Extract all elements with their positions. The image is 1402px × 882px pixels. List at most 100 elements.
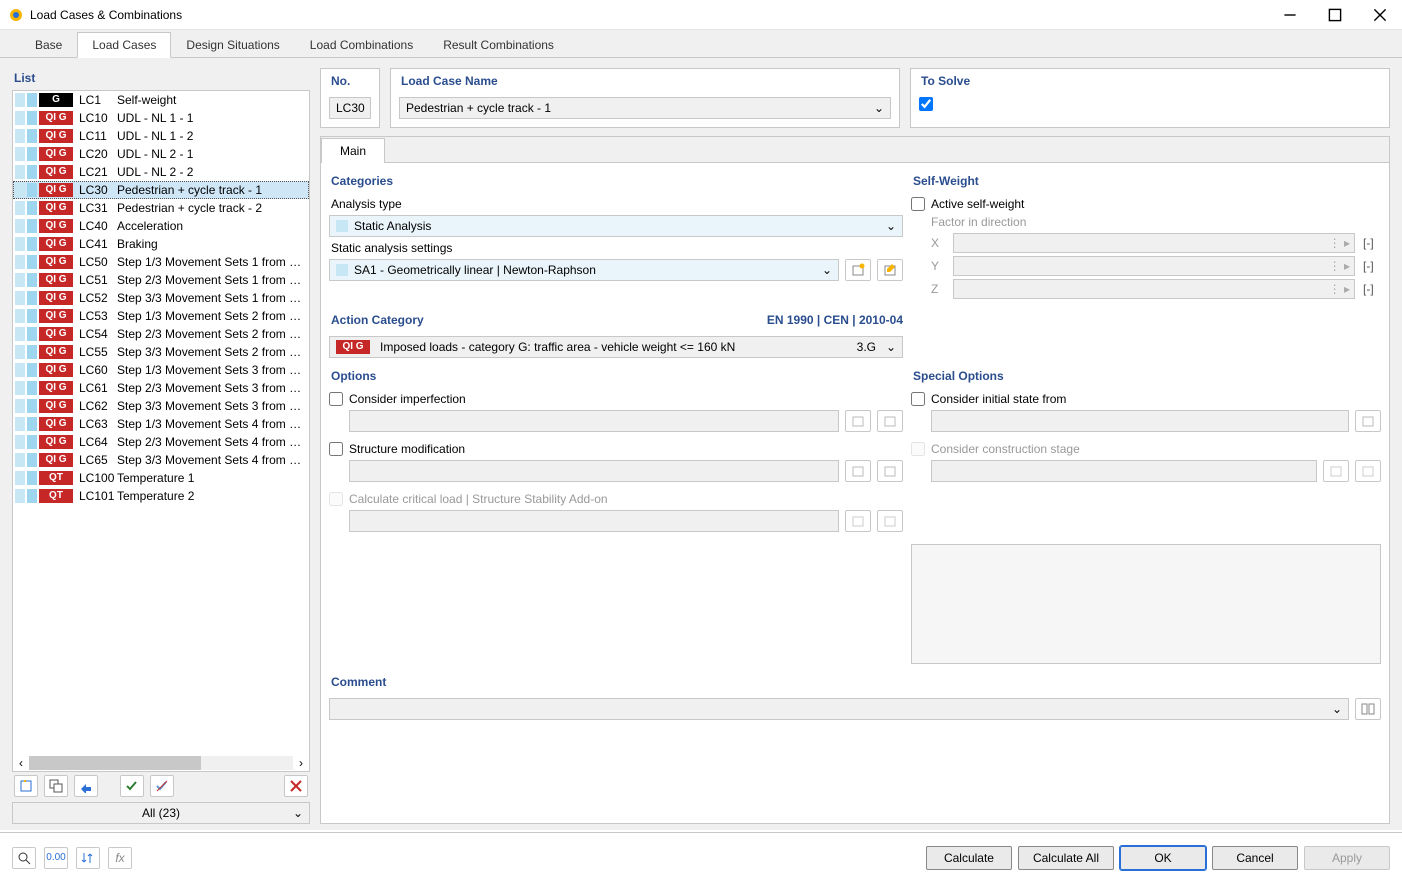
comment-library-button[interactable] (1355, 698, 1381, 720)
comment-dropdown[interactable]: ⌄ (329, 698, 1349, 720)
filter-dropdown[interactable]: All (23) ⌄ (12, 802, 310, 824)
new-imperfection-button[interactable] (845, 410, 871, 432)
tag-chip: QI G (39, 327, 73, 341)
list-item[interactable]: QI GLC21UDL - NL 2 - 2 (13, 163, 309, 181)
filter-value: All (23) (142, 806, 180, 820)
load-case-desc: UDL - NL 1 - 1 (117, 111, 309, 125)
deselect-button[interactable] (150, 775, 174, 797)
include-button[interactable] (74, 775, 98, 797)
list-item[interactable]: QTLC101Temperature 2 (13, 487, 309, 505)
factor-unit: [-] (1363, 259, 1381, 273)
list-item[interactable]: QI GLC53Step 1/3 Movement Sets 2 from RF… (13, 307, 309, 325)
load-case-list[interactable]: GLC1Self-weightQI GLC10UDL - NL 1 - 1QI … (12, 90, 310, 772)
tag-chip: G (39, 93, 73, 107)
detail-subtabs: Main (321, 137, 1389, 163)
list-item[interactable]: QI GLC51Step 2/3 Movement Sets 1 from RF… (13, 271, 309, 289)
list-item[interactable]: QI GLC30Pedestrian + cycle track - 1 (13, 181, 309, 199)
close-button[interactable] (1357, 0, 1402, 30)
calculate-button[interactable]: Calculate (926, 846, 1012, 870)
initial-state-checkbox[interactable]: Consider initial state from (911, 392, 1381, 406)
new-button[interactable] (14, 775, 38, 797)
swatch-icon (15, 273, 25, 287)
list-item[interactable]: QI GLC54Step 2/3 Movement Sets 2 from RF… (13, 325, 309, 343)
actioncat-dropdown[interactable]: QI G Imposed loads - category G: traffic… (329, 336, 903, 358)
tab-result-combinations[interactable]: Result Combinations (428, 32, 569, 57)
list-item[interactable]: QI GLC11UDL - NL 1 - 2 (13, 127, 309, 145)
list-item[interactable]: QI GLC60Step 1/3 Movement Sets 3 from RF… (13, 361, 309, 379)
tab-load-combinations[interactable]: Load Combinations (295, 32, 428, 57)
tab-load-cases[interactable]: Load Cases (77, 32, 171, 58)
subtab-main[interactable]: Main (321, 138, 385, 163)
list-item[interactable]: QI GLC50Step 1/3 Movement Sets 1 from RF… (13, 253, 309, 271)
structure-modification-input[interactable] (329, 442, 343, 456)
list-item[interactable]: QI GLC41Braking (13, 235, 309, 253)
edit-structmod-button[interactable] (877, 460, 903, 482)
formula-button[interactable]: fx (108, 847, 132, 869)
maximize-button[interactable] (1312, 0, 1357, 30)
minimize-button[interactable] (1267, 0, 1312, 30)
tag-chip: QI G (39, 219, 73, 233)
sort-button[interactable] (76, 847, 100, 869)
load-case-code: LC63 (75, 417, 117, 431)
load-case-code: LC50 (75, 255, 117, 269)
list-item[interactable]: GLC1Self-weight (13, 91, 309, 109)
analysis-type-dropdown[interactable]: Static Analysis ⌄ (329, 215, 903, 237)
static-settings-dropdown[interactable]: SA1 - Geometrically linear | Newton-Raph… (329, 259, 839, 281)
initial-state-input[interactable] (911, 392, 925, 406)
load-case-code: LC31 (75, 201, 117, 215)
list-item[interactable]: QI GLC20UDL - NL 2 - 1 (13, 145, 309, 163)
active-selfweight-checkbox[interactable]: Active self-weight (911, 197, 1381, 211)
list-item[interactable]: QI GLC63Step 1/3 Movement Sets 4 from RF… (13, 415, 309, 433)
cancel-button[interactable]: Cancel (1212, 846, 1298, 870)
calculate-all-button[interactable]: Calculate All (1018, 846, 1114, 870)
list-item[interactable]: QI GLC61Step 2/3 Movement Sets 3 from RF… (13, 379, 309, 397)
edit-imperfection-button[interactable] (877, 410, 903, 432)
structure-modification-checkbox[interactable]: Structure modification (329, 442, 903, 456)
load-case-desc: Temperature 2 (117, 489, 309, 503)
list-item[interactable]: QI GLC40Acceleration (13, 217, 309, 235)
scroll-left-icon[interactable]: ‹ (13, 756, 29, 770)
list-item[interactable]: QI GLC52Step 3/3 Movement Sets 1 from RF… (13, 289, 309, 307)
load-case-desc: Self-weight (117, 93, 309, 107)
to-solve-checkbox[interactable] (919, 97, 1381, 111)
scroll-right-icon[interactable]: › (293, 756, 309, 770)
list-item[interactable]: QI GLC55Step 3/3 Movement Sets 2 from RF… (13, 343, 309, 361)
options-title: Options (329, 366, 903, 388)
to-solve-input[interactable] (919, 97, 933, 111)
edit-initial-button[interactable] (1355, 410, 1381, 432)
list-item[interactable]: QI GLC10UDL - NL 1 - 1 (13, 109, 309, 127)
horizontal-scrollbar[interactable]: ‹ › (13, 755, 309, 771)
tag-chip: QI G (39, 453, 73, 467)
chevron-down-icon: ⌄ (293, 806, 303, 820)
copy-button[interactable] (44, 775, 68, 797)
active-selfweight-input[interactable] (911, 197, 925, 211)
new-settings-button[interactable] (845, 259, 871, 281)
edit-settings-button[interactable] (877, 259, 903, 281)
list-item[interactable]: QI GLC62Step 3/3 Movement Sets 3 from RF… (13, 397, 309, 415)
search-button[interactable] (12, 847, 36, 869)
tag-chip: QI G (39, 399, 73, 413)
list-item[interactable]: QI GLC64Step 2/3 Movement Sets 4 from RF… (13, 433, 309, 451)
ok-button[interactable]: OK (1120, 846, 1206, 870)
consider-imperfection-checkbox[interactable]: Consider imperfection (329, 392, 903, 406)
list-item[interactable]: QI GLC65Step 3/3 Movement Sets 4 from RF… (13, 451, 309, 469)
swatch-icon (27, 273, 37, 287)
swatch-icon (15, 453, 25, 467)
list-item[interactable]: QTLC100Temperature 1 (13, 469, 309, 487)
factor-direction-label: Factor in direction (931, 215, 1381, 229)
consider-imperfection-input[interactable] (329, 392, 343, 406)
select-all-button[interactable] (120, 775, 144, 797)
tag-chip: QI G (39, 435, 73, 449)
factor-axis: Z (931, 282, 945, 296)
tag-chip: QI G (39, 183, 73, 197)
units-button[interactable]: 0.00 (44, 847, 68, 869)
list-item[interactable]: QI GLC31Pedestrian + cycle track - 2 (13, 199, 309, 217)
tab-design-situations[interactable]: Design Situations (171, 32, 294, 57)
tab-base[interactable]: Base (20, 32, 77, 57)
delete-button[interactable] (284, 775, 308, 797)
new-structmod-button[interactable] (845, 460, 871, 482)
factor-axis: Y (931, 259, 945, 273)
load-case-name-dropdown[interactable]: Pedestrian + cycle track - 1 ⌄ (399, 97, 891, 119)
load-case-code: LC30 (75, 183, 117, 197)
swatch-icon (15, 489, 25, 503)
